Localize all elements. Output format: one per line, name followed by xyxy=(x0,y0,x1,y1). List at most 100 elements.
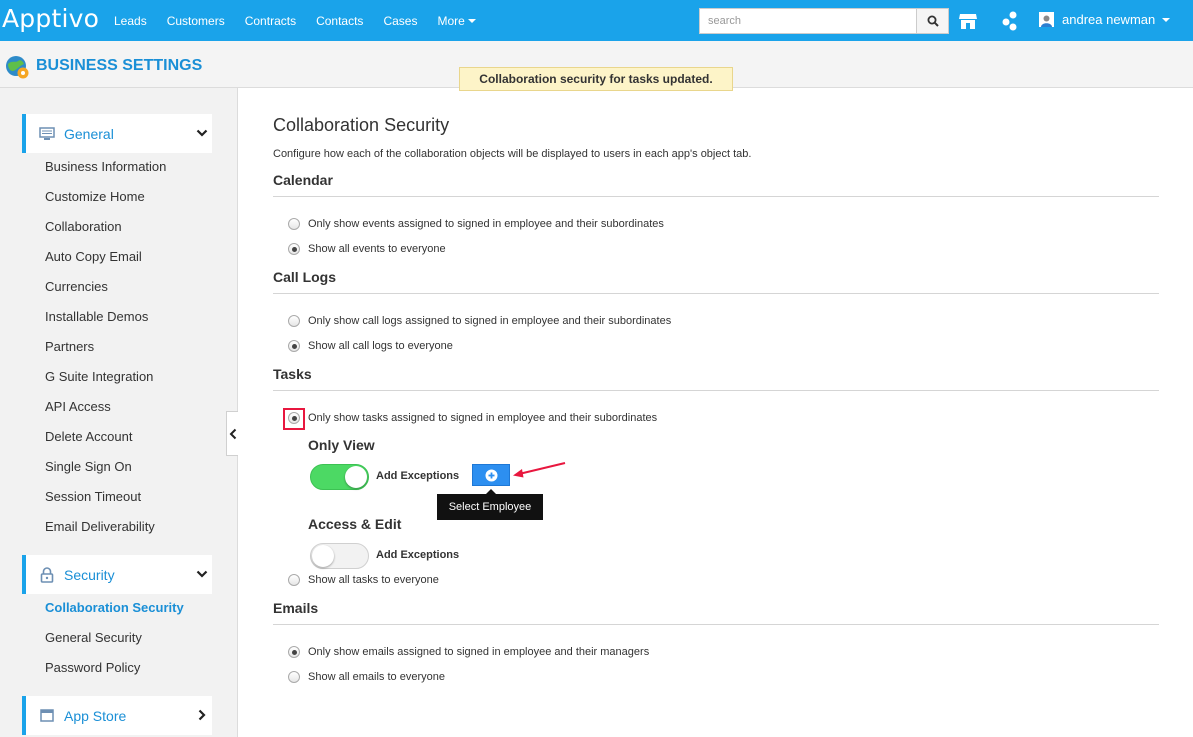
sidebar-section-label: App Store xyxy=(64,707,127,724)
search-input[interactable] xyxy=(699,8,916,34)
sidebar-item-customize-home[interactable]: Customize Home xyxy=(45,189,145,204)
only-view-exceptions-label: Add Exceptions xyxy=(376,470,460,482)
radio-button[interactable] xyxy=(288,574,300,586)
call-logs-option-everyone[interactable]: Show all call logs to everyone xyxy=(288,340,453,352)
chevron-down-icon xyxy=(196,127,208,142)
page-description: Configure how each of the collaboration … xyxy=(273,148,752,160)
sidebar-item-session-timeout[interactable]: Session Timeout xyxy=(45,489,141,504)
calendar-section-title: Calendar xyxy=(273,172,333,188)
access-edit-title: Access & Edit xyxy=(308,516,402,532)
sidebar-item-g-suite-integration[interactable]: G Suite Integration xyxy=(45,369,153,384)
radio-label: Only show tasks assigned to signed in em… xyxy=(308,412,658,424)
sidebar-item-installable-demos[interactable]: Installable Demos xyxy=(45,309,148,324)
sidebar-item-delete-account[interactable]: Delete Account xyxy=(45,429,132,444)
chevron-left-icon xyxy=(229,428,236,439)
radio-label: Show all call logs to everyone xyxy=(308,340,453,352)
apptivo-logo[interactable]: Apptivo xyxy=(2,4,99,34)
nav-more-dropdown[interactable]: More xyxy=(437,13,476,28)
emails-option-managers[interactable]: Only show emails assigned to signed in e… xyxy=(288,646,649,658)
nav-leads[interactable]: Leads xyxy=(114,14,147,28)
divider xyxy=(273,196,1159,197)
sidebar-item-business-information[interactable]: Business Information xyxy=(45,159,166,174)
emails-section-title: Emails xyxy=(273,600,319,616)
radio-label: Show all tasks to everyone xyxy=(308,574,439,586)
main-nav: Leads Customers Contracts Contacts Cases… xyxy=(104,0,486,41)
emails-option-everyone[interactable]: Show all emails to everyone xyxy=(288,671,445,683)
chevron-right-icon xyxy=(196,709,208,724)
call-logs-option-subordinates[interactable]: Only show call logs assigned to signed i… xyxy=(288,315,671,327)
lock-icon xyxy=(38,566,56,583)
sidebar-item-general-security[interactable]: General Security xyxy=(45,630,142,645)
sidebar-section-security[interactable]: Security xyxy=(22,555,212,594)
radio-button[interactable] xyxy=(288,315,300,327)
plus-circle-icon xyxy=(485,469,497,481)
radio-button[interactable] xyxy=(288,412,300,424)
radio-button[interactable] xyxy=(288,218,300,230)
annotation-arrow-icon xyxy=(513,462,566,478)
radio-button[interactable] xyxy=(288,646,300,658)
calendar-option-subordinates[interactable]: Only show events assigned to signed in e… xyxy=(288,218,664,230)
sidebar-item-collaboration[interactable]: Collaboration xyxy=(45,219,122,234)
nav-contacts[interactable]: Contacts xyxy=(316,14,363,28)
sidebar-item-password-policy[interactable]: Password Policy xyxy=(45,660,140,675)
sidebar-section-general[interactable]: General xyxy=(22,114,212,153)
avatar xyxy=(1039,12,1054,27)
radio-label: Only show emails assigned to signed in e… xyxy=(308,646,650,658)
page-header-title: BUSINESS SETTINGS xyxy=(36,57,203,74)
toggle-knob xyxy=(312,545,334,567)
search-bar xyxy=(699,8,949,34)
success-toast: Collaboration security for tasks updated… xyxy=(459,67,733,91)
search-button[interactable] xyxy=(916,8,949,34)
radio-button[interactable] xyxy=(288,671,300,683)
sidebar-item-auto-copy-email[interactable]: Auto Copy Email xyxy=(45,249,142,264)
radio-button[interactable] xyxy=(288,340,300,352)
sidebar-section-label: General xyxy=(64,125,114,142)
top-navbar: Apptivo Leads Customers Contracts Contac… xyxy=(0,0,1193,41)
nav-customers[interactable]: Customers xyxy=(167,14,225,28)
divider xyxy=(273,390,1159,391)
page-title: Collaboration Security xyxy=(273,115,450,135)
sidebar-item-api-access[interactable]: API Access xyxy=(45,399,111,414)
sidebar-item-partners[interactable]: Partners xyxy=(45,339,94,354)
sidebar-item-single-sign-on[interactable]: Single Sign On xyxy=(45,459,132,474)
nav-cases[interactable]: Cases xyxy=(383,14,417,28)
sidebar-item-email-deliverability[interactable]: Email Deliverability xyxy=(45,519,155,534)
settings-header: BUSINESS SETTINGS Collaboration security… xyxy=(0,41,1193,91)
tasks-option-subordinates[interactable]: Only show tasks assigned to signed in em… xyxy=(288,412,657,424)
divider xyxy=(273,293,1159,294)
access-edit-toggle[interactable] xyxy=(310,543,369,569)
only-view-title: Only View xyxy=(308,437,375,453)
toggle-knob xyxy=(345,466,367,488)
store-icon[interactable] xyxy=(958,11,978,34)
sidebar-section-label: Security xyxy=(64,566,115,583)
nav-contracts[interactable]: Contracts xyxy=(245,14,296,28)
radio-button[interactable] xyxy=(288,243,300,255)
sidebar-item-collaboration-security[interactable]: Collaboration Security xyxy=(45,600,184,615)
radio-label: Only show call logs assigned to signed i… xyxy=(308,315,672,327)
nav-more-label: More xyxy=(437,13,465,28)
settings-sidebar: General Business Information Customize H… xyxy=(0,88,238,737)
caret-down-icon xyxy=(1162,17,1171,22)
select-employee-tooltip: Select Employee xyxy=(437,489,543,520)
people-icon[interactable] xyxy=(999,10,1021,35)
sidebar-collapse-toggle[interactable] xyxy=(226,411,238,456)
divider xyxy=(273,624,1159,625)
monitor-icon xyxy=(38,126,56,141)
radio-label: Show all events to everyone xyxy=(308,243,446,255)
user-name: andrea newman xyxy=(1062,12,1156,27)
caret-down-icon xyxy=(467,18,476,23)
calendar-option-everyone[interactable]: Show all events to everyone xyxy=(288,243,446,255)
radio-label: Only show events assigned to signed in e… xyxy=(308,218,664,230)
only-view-toggle[interactable] xyxy=(310,464,369,490)
search-icon xyxy=(927,15,939,27)
sidebar-item-currencies[interactable]: Currencies xyxy=(45,279,108,294)
sidebar-section-app-store[interactable]: App Store xyxy=(22,696,212,735)
tasks-option-everyone[interactable]: Show all tasks to everyone xyxy=(288,574,439,586)
user-menu[interactable]: andrea newman xyxy=(1039,12,1171,27)
access-edit-exceptions-label: Add Exceptions xyxy=(376,549,460,561)
window-icon xyxy=(38,709,56,722)
chevron-down-icon xyxy=(196,568,208,583)
call-logs-section-title: Call Logs xyxy=(273,269,337,285)
add-exception-button[interactable] xyxy=(472,464,510,486)
tasks-section-title: Tasks xyxy=(273,366,312,382)
